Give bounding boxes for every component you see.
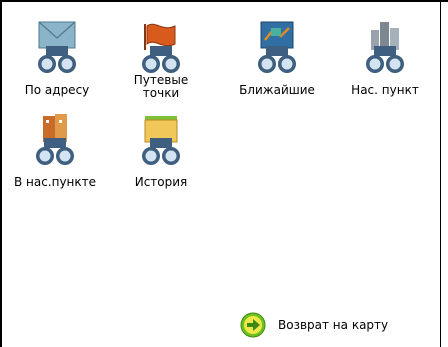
menu-item-label: Путевые точки <box>116 74 206 100</box>
menu-item-label: По адресу <box>24 83 90 97</box>
envelope-binoculars-icon <box>38 21 76 73</box>
map-binoculars-icon <box>258 21 296 73</box>
menu-item-label: Нас. пункт <box>351 83 419 97</box>
arrow-right-circle-icon <box>240 312 266 338</box>
menu-item-label: Ближайшие <box>239 83 315 97</box>
return-to-map-label: Возврат на карту <box>278 318 389 332</box>
frame-border-left <box>0 0 2 347</box>
menu-item-label: В нас.пункте <box>13 175 97 189</box>
folder-binoculars-icon <box>142 116 180 165</box>
building-binoculars-icon <box>36 114 74 165</box>
menu-item-label-line2: точки <box>142 86 180 100</box>
flag-binoculars-icon <box>142 23 180 73</box>
city-binoculars-icon <box>366 22 404 73</box>
return-to-map-button[interactable]: Возврат на карту <box>240 312 420 338</box>
menu-item-label: История <box>134 175 188 189</box>
frame-border-top <box>0 0 448 2</box>
frame-border-right <box>440 0 441 347</box>
